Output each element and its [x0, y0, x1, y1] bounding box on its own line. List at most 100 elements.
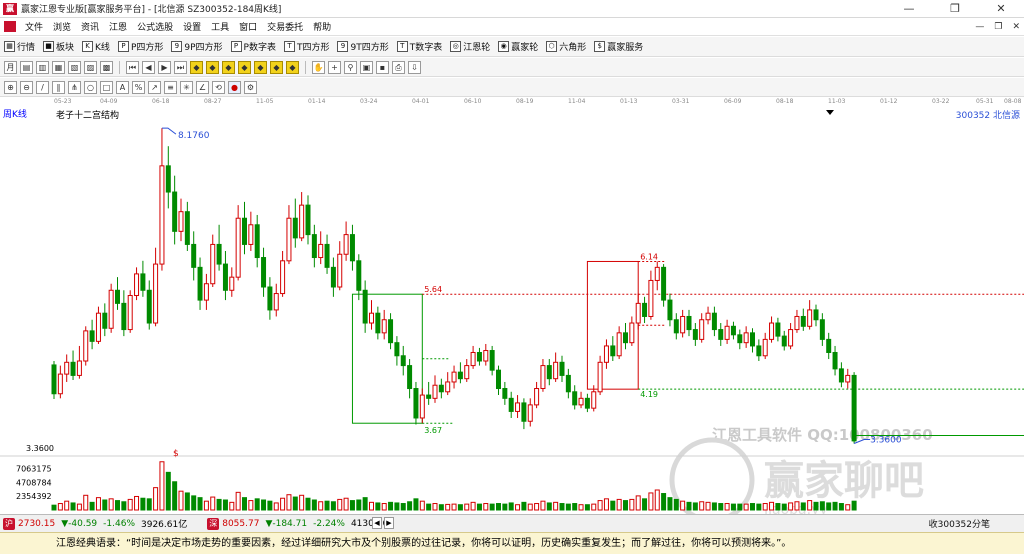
diamond-icon-5[interactable]: ◆	[254, 60, 267, 74]
toolbar-kline-button[interactable]: K K线	[78, 40, 114, 53]
candle-body	[89, 330, 95, 342]
diamond-icon-4[interactable]: ◆	[238, 60, 251, 74]
toolbar-winner-wheel-button[interactable]: ◉ 赢家轮	[494, 40, 542, 53]
volume-bar	[813, 501, 819, 511]
volume-bar	[413, 498, 419, 511]
tool-icon-5[interactable]: ▨	[84, 60, 97, 74]
menu-help[interactable]: 帮助	[308, 20, 336, 33]
minimize-button[interactable]: —	[886, 0, 932, 18]
menu-window[interactable]: 窗口	[234, 20, 262, 33]
toolbar-blocks-button[interactable]: ■ 板块	[39, 40, 78, 53]
first-icon[interactable]: ⏮	[126, 60, 139, 74]
angle-icon[interactable]: ∠	[196, 80, 209, 94]
volume-bar	[286, 494, 292, 511]
cycle-icon[interactable]: ⟲	[212, 80, 225, 94]
settings-icon[interactable]: ⚙	[244, 80, 257, 94]
toolbar-9t-square-button[interactable]: 9 9T四方形	[333, 40, 392, 53]
diamond-icon-3[interactable]: ◆	[222, 60, 235, 74]
toolbar-gann-wheel-button[interactable]: ◎ 江恩轮	[446, 40, 494, 53]
volume-bar	[750, 503, 755, 511]
price-tick: 3.3600	[26, 444, 54, 453]
kline-chart[interactable]: 江恩工具软件 QQ:100800360赢家聊吧Jiaoba.yy 8.17605…	[0, 114, 1024, 514]
tool-icon-2[interactable]: ▥	[36, 60, 49, 74]
zoom-in-icon[interactable]: ⊕	[4, 80, 17, 94]
menu-settings[interactable]: 设置	[178, 20, 206, 33]
candle-body	[369, 312, 374, 324]
high-price-label: 8.1760	[178, 131, 210, 141]
toolbar-t-table-button[interactable]: T T数字表	[393, 40, 447, 53]
arrow-icon[interactable]: ↗	[148, 80, 161, 94]
toolbar-quotes-button[interactable]: ▦ 行情	[0, 40, 39, 53]
tick-detail-label[interactable]: 收300352分笔	[929, 517, 990, 530]
menu-formula[interactable]: 公式选股	[132, 20, 178, 33]
mdi-restore-button[interactable]: ❐	[994, 18, 1002, 36]
prev-icon[interactable]: ◀	[142, 60, 155, 74]
diamond-icon-6[interactable]: ◆	[270, 60, 283, 74]
nav-prev-icon[interactable]: ◀	[372, 517, 382, 529]
shenzhen-index-icon[interactable]: 深	[207, 517, 220, 530]
candle-body	[235, 217, 241, 278]
toolbar-t-square-button[interactable]: T T四方形	[280, 40, 334, 53]
candle-body	[349, 234, 355, 262]
toolbar-p-table-button[interactable]: P P数字表	[227, 40, 280, 53]
menu-file[interactable]: 文件	[20, 20, 48, 33]
parallel-icon[interactable]: ∥	[52, 80, 65, 94]
gann-fan-icon[interactable]: ✳	[180, 80, 193, 94]
candle-body	[508, 397, 514, 412]
toolbar-service-button[interactable]: $ 赢家服务	[590, 40, 647, 53]
last-icon[interactable]: ⏭	[174, 60, 187, 74]
restore-button[interactable]: ❐	[932, 0, 978, 18]
zoom-icon[interactable]: ⚲	[344, 60, 357, 74]
p-square-icon: P	[117, 41, 129, 52]
tool-icon-3[interactable]: ▦	[52, 60, 65, 74]
candle-body	[565, 374, 571, 393]
candle-body	[578, 397, 584, 406]
red-mark-icon[interactable]: ●	[228, 80, 241, 94]
fib-icon[interactable]: ≡	[164, 80, 177, 94]
chart-icon[interactable]: ▣	[360, 60, 373, 74]
diamond-icon-1[interactable]: ◆	[190, 60, 203, 74]
export-icon[interactable]: ⇩	[408, 60, 421, 74]
toolbar-p-square-button[interactable]: P P四方形	[114, 40, 167, 53]
menu-tools[interactable]: 工具	[206, 20, 234, 33]
mdi-close-button[interactable]: ✕	[1012, 18, 1020, 36]
hexagon-icon: ⬡	[546, 41, 558, 52]
volume-bar	[115, 500, 120, 511]
circle-icon[interactable]: ○	[84, 80, 97, 94]
toolbar-9p-square-button[interactable]: 9 9P四方形	[167, 40, 226, 53]
nav-next-icon[interactable]: ▶	[384, 517, 394, 529]
month-selector-icon[interactable]: 月	[4, 60, 17, 74]
print-icon[interactable]: ⎙	[392, 60, 405, 74]
fan-icon[interactable]: ⋔	[68, 80, 81, 94]
line-icon[interactable]: /	[36, 80, 49, 94]
toolbar-hexagon-button[interactable]: ⬡ 六角形	[542, 40, 590, 53]
candle-body	[76, 360, 82, 376]
menu-news[interactable]: 资讯	[76, 20, 104, 33]
save-icon[interactable]: ▪	[376, 60, 389, 74]
percent-icon[interactable]: %	[132, 80, 145, 94]
menu-trade[interactable]: 交易委托	[262, 20, 308, 33]
mdi-minimize-button[interactable]: —	[975, 18, 984, 36]
crosshair-icon[interactable]: +	[328, 60, 341, 74]
zoom-out-icon[interactable]: ⊖	[20, 80, 33, 94]
volume-bar	[292, 496, 298, 511]
text-icon[interactable]: A	[116, 80, 129, 94]
diamond-icon-7[interactable]: ◆	[286, 60, 299, 74]
tool-icon-1[interactable]: ▤	[20, 60, 33, 74]
diamond-icon-2[interactable]: ◆	[206, 60, 219, 74]
menu-gann[interactable]: 江恩	[104, 20, 132, 33]
close-button[interactable]: ✕	[978, 0, 1024, 18]
menu-browse[interactable]: 浏览	[48, 20, 76, 33]
app-logo-icon: 赢	[3, 2, 17, 15]
volume-bar	[711, 502, 717, 511]
tool-icon-6[interactable]: ▩	[100, 60, 113, 74]
rect-icon[interactable]: □	[100, 80, 113, 94]
candle-body	[527, 404, 533, 422]
tool-icon-4[interactable]: ▧	[68, 60, 81, 74]
hand-icon[interactable]: ✋	[312, 60, 325, 74]
candle-body	[438, 384, 444, 393]
volume-bar	[51, 504, 57, 511]
grid-icon: ▦	[4, 41, 15, 52]
next-icon[interactable]: ▶	[158, 60, 171, 74]
shanghai-index-icon[interactable]: 沪	[3, 517, 15, 530]
